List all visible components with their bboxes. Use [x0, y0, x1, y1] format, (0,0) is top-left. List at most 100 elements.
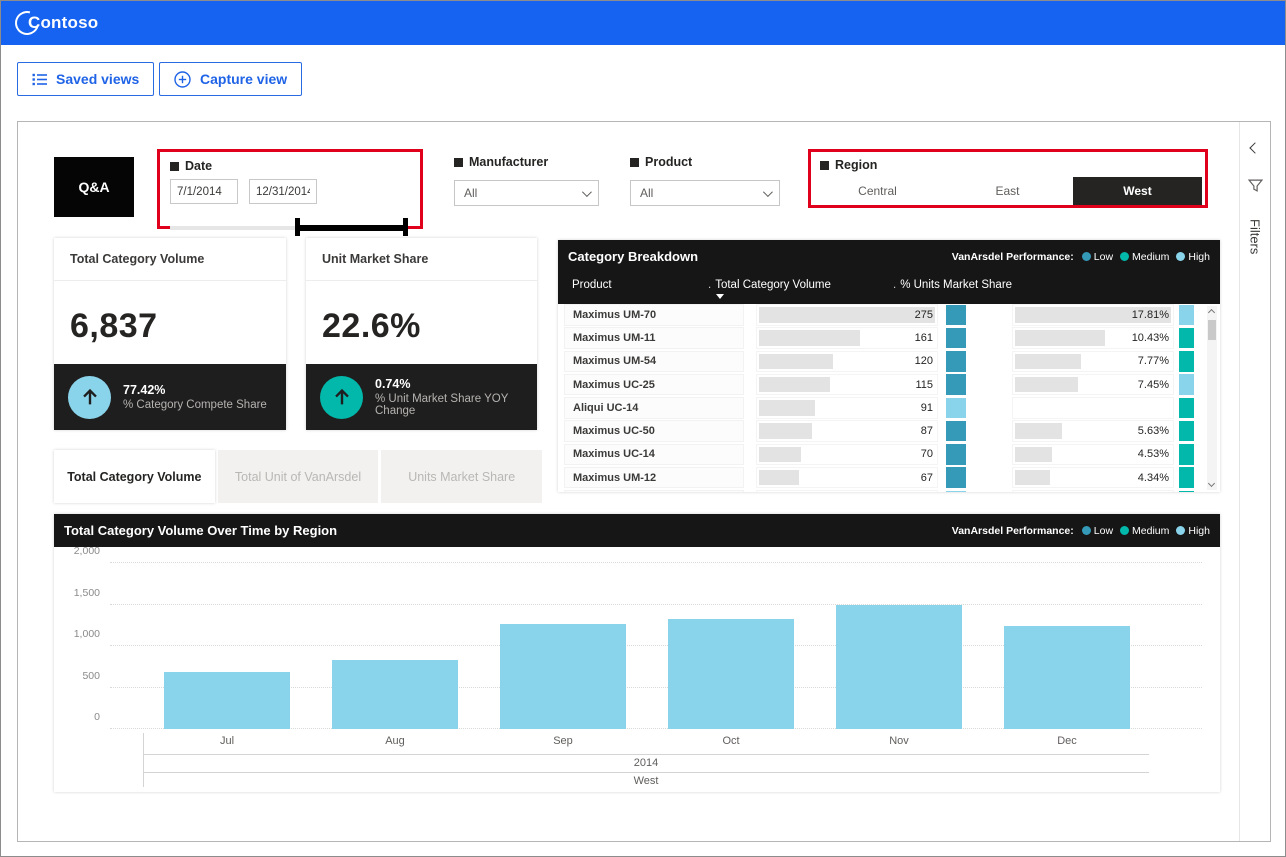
slider-selected-range[interactable] [295, 225, 406, 231]
share-bar [1015, 423, 1062, 439]
kpi-title: Unit Market Share [306, 238, 537, 281]
region-slicer: Region CentralEastWest [808, 149, 1208, 208]
column-header-product[interactable]: Product [572, 279, 612, 291]
manufacturer-title-text: Manufacturer [469, 155, 548, 169]
performance-indicator [1179, 328, 1194, 349]
table-row[interactable]: Maximus UM-7027517.81% [564, 304, 1198, 326]
performance-indicator [1179, 444, 1194, 465]
share-cell: 7.45% [1012, 374, 1174, 396]
qna-tile[interactable]: Q&A [54, 157, 134, 217]
chart-bar-slot [815, 563, 983, 729]
share-bar [1015, 447, 1052, 463]
legend-item-label: Low [1094, 525, 1113, 537]
tab-total-unit-of-vanarsdel[interactable]: Total Unit of VanArsdel [218, 450, 379, 503]
manufacturer-dropdown-value: All [464, 186, 477, 200]
kpi-card-total-category-volume: Total Category Volume 6,837 77.42% % Cat… [54, 238, 286, 430]
chart-bar-oct[interactable] [668, 619, 794, 729]
manufacturer-slicer: Manufacturer All [454, 155, 614, 206]
slider-handle-right[interactable] [403, 218, 408, 236]
volume-cell [756, 490, 938, 492]
legend-item-high: High [1176, 251, 1210, 263]
performance-indicator [946, 328, 966, 349]
x-axis-label: Aug [311, 735, 479, 747]
tab-total-category-volume[interactable]: Total Category Volume [54, 450, 215, 503]
chart-bar-jul[interactable] [164, 672, 290, 729]
kpi-card-unit-market-share: Unit Market Share 22.6% 0.74% % Unit Mar… [306, 238, 537, 430]
region-option-west[interactable]: West [1073, 177, 1202, 205]
chart-header: Total Category Volume Over Time by Regio… [54, 514, 1220, 547]
column-header-volume[interactable]: .Total Category Volume [708, 279, 831, 291]
contoso-arc-icon [11, 7, 44, 40]
table-scrollbar[interactable] [1207, 306, 1217, 490]
x-axis-label: Nov [815, 735, 983, 747]
volume-cell: 70 [756, 444, 938, 466]
share-bar [1015, 377, 1078, 393]
volume-value: 115 [915, 375, 933, 395]
volume-bar [759, 330, 860, 346]
volume-bar [759, 354, 833, 370]
volume-value: 275 [915, 305, 933, 325]
saved-views-button[interactable]: Saved views [17, 62, 154, 96]
filter-funnel-icon[interactable] [1248, 178, 1263, 193]
chevron-down-icon [582, 187, 592, 197]
dashboard-panel: Q&A Date Manufacturer [17, 121, 1271, 842]
legend-item-label: Medium [1132, 251, 1169, 263]
volume-bar [759, 307, 935, 323]
date-slicer-title: Date [170, 159, 410, 173]
table-row[interactable]: Maximus UC-50875.63% [564, 420, 1198, 442]
table-row[interactable]: Aliqui UC-1491 [564, 397, 1198, 419]
collapse-chevron-icon[interactable] [1249, 142, 1260, 153]
region-option-central[interactable]: Central [813, 177, 942, 205]
slider-handle-left[interactable] [295, 218, 300, 236]
performance-indicator [1179, 351, 1194, 372]
performance-indicator [1179, 467, 1194, 488]
chart-legend: VanArsdel Performance: LowMediumHigh [952, 525, 1210, 537]
table-row[interactable] [564, 490, 1198, 492]
table-row[interactable]: Maximus UC-25 115 7.45% [564, 374, 1198, 396]
date-range-slider[interactable] [170, 218, 410, 236]
legend-dot-icon [1082, 526, 1091, 535]
x-axis-label: Dec [983, 735, 1151, 747]
product-dropdown[interactable]: All [630, 180, 780, 206]
kpi-title: Total Category Volume [54, 238, 286, 281]
performance-indicator [946, 374, 966, 395]
capture-view-button[interactable]: Capture view [159, 62, 302, 96]
legend-item-medium: Medium [1120, 251, 1169, 263]
legend-item-label: Low [1094, 251, 1113, 263]
scrollbar-thumb[interactable] [1208, 320, 1216, 340]
kpi-change: 77.42% [123, 383, 267, 397]
product-cell: Maximus UC-25 [564, 374, 744, 396]
volume-value: 91 [921, 398, 933, 418]
chart-bar-sep[interactable] [500, 624, 626, 729]
filters-label[interactable]: Filters [1248, 219, 1263, 254]
column-header-share[interactable]: .% Units Market Share [893, 279, 1012, 291]
chart-bar-dec[interactable] [1004, 626, 1130, 729]
product-cell: Maximus UM-12 [564, 467, 744, 489]
table-row[interactable]: Maximus UC-14704.53% [564, 444, 1198, 466]
volume-bar [759, 400, 815, 416]
volume-bar [759, 377, 830, 393]
scroll-up-icon[interactable] [1208, 309, 1215, 316]
table-row[interactable]: Maximus UM-1116110.43% [564, 327, 1198, 349]
tab-units-market-share[interactable]: Units Market Share [381, 450, 542, 503]
performance-indicator [1179, 398, 1194, 419]
kpi-value: 6,837 [54, 281, 286, 346]
date-start-input[interactable] [170, 179, 238, 204]
region-option-east[interactable]: East [943, 177, 1072, 205]
volume-value: 67 [921, 468, 933, 488]
share-value: 10.43% [1132, 328, 1169, 348]
legend-item-label: High [1188, 251, 1210, 263]
chart-bar-aug[interactable] [332, 660, 458, 729]
legend-dot-icon [1120, 526, 1129, 535]
legend-dot-icon [1176, 252, 1185, 261]
table-row[interactable]: Maximus UM-12 67 4.34% [564, 467, 1198, 489]
share-cell: 4.34% [1012, 467, 1174, 489]
share-cell: 5.63% [1012, 420, 1174, 442]
table-row[interactable]: Maximus UM-541207.77% [564, 351, 1198, 373]
chart-bar-nov[interactable] [836, 605, 962, 729]
scroll-down-icon[interactable] [1208, 480, 1215, 487]
manufacturer-dropdown[interactable]: All [454, 180, 599, 206]
date-end-input[interactable] [249, 179, 317, 204]
chart-bar-slot [647, 563, 815, 729]
performance-indicator [1179, 374, 1194, 395]
